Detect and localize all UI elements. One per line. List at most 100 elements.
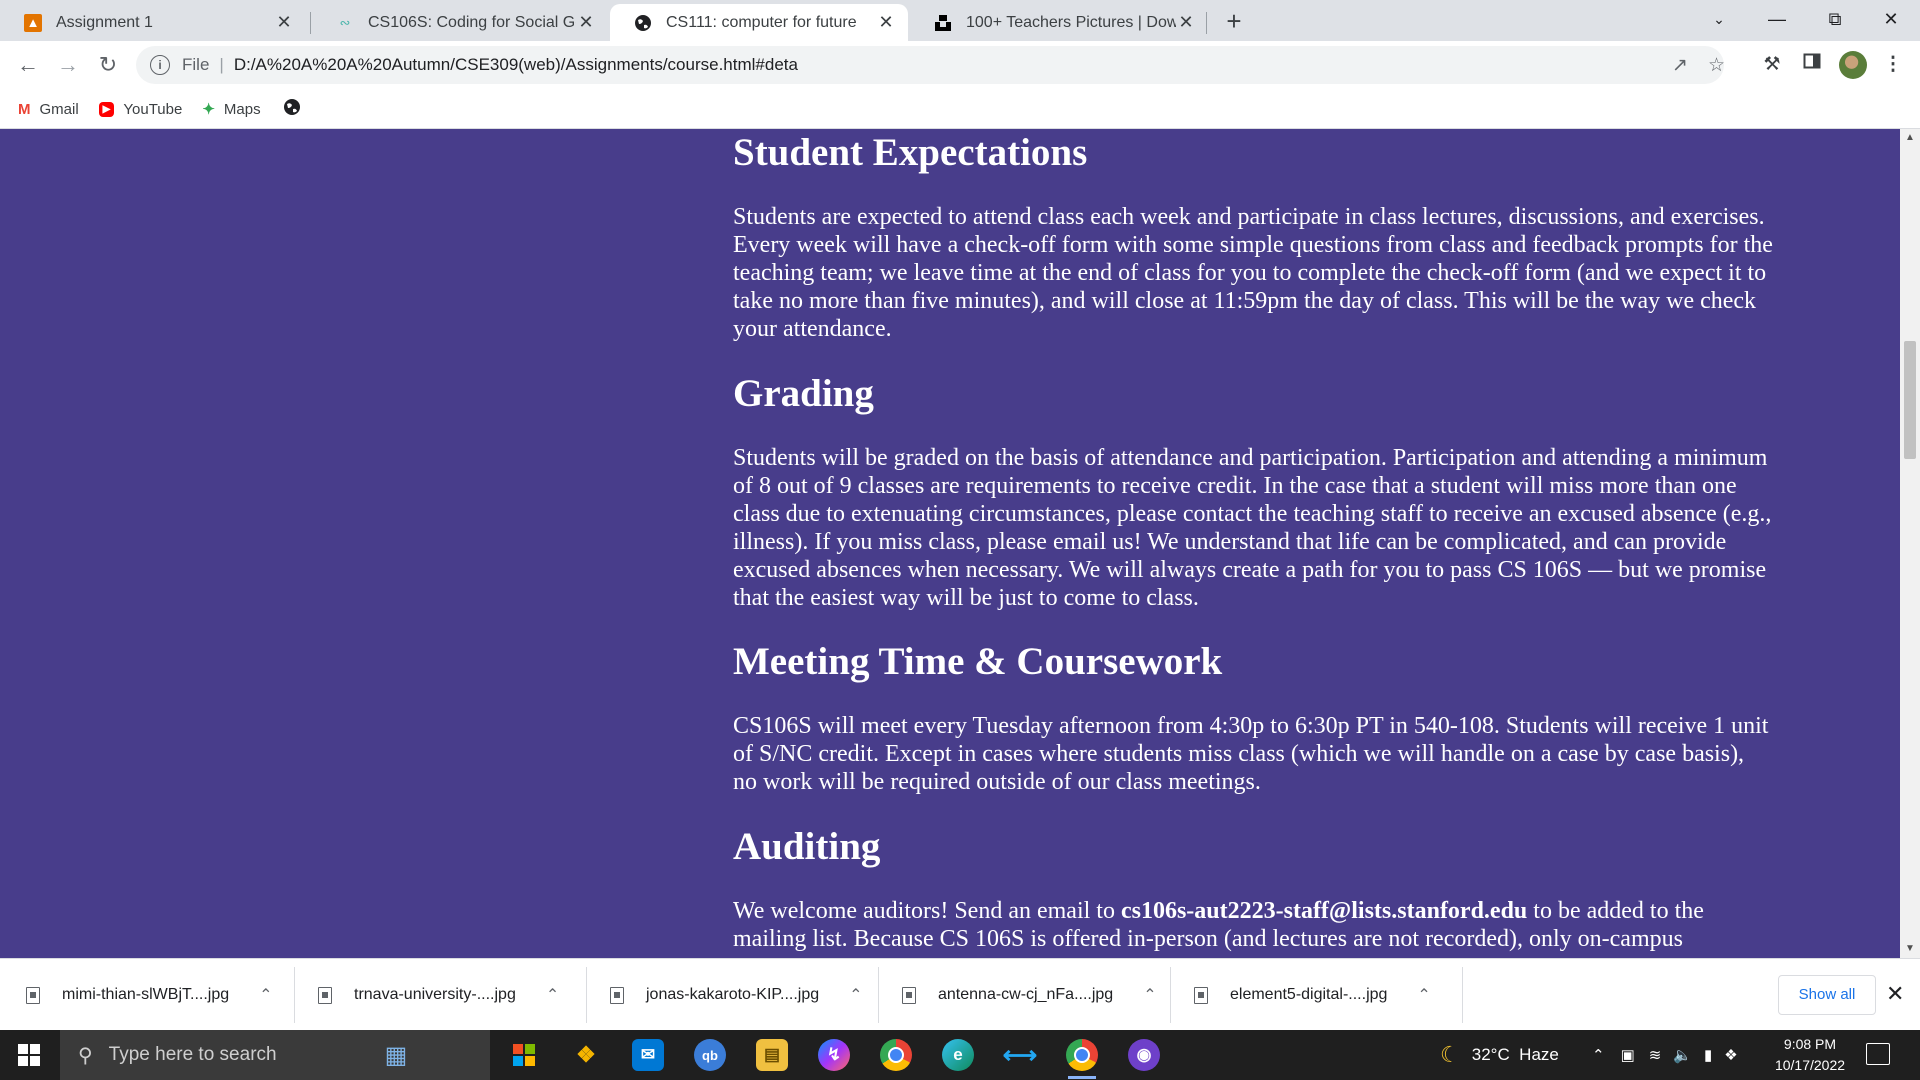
unsplash-icon bbox=[934, 14, 952, 32]
scroll-down-icon[interactable]: ▼ bbox=[1900, 940, 1920, 958]
github-desktop-icon[interactable]: ◉ bbox=[1128, 1039, 1160, 1071]
download-filename: mimi-thian-slWBjT....jpg bbox=[62, 986, 230, 1003]
taskbar-search-box[interactable]: ⚲ Type here to search ▦ bbox=[60, 1030, 490, 1080]
youtube-icon: ▶ bbox=[98, 101, 115, 117]
download-item[interactable]: element5-digital-....jpg ⌃ bbox=[1168, 959, 1460, 1031]
browser-toolbar: ← → ↻ i File | D:/A%20A%20A%20Autumn/CSE… bbox=[0, 41, 1920, 90]
scroll-thumb[interactable] bbox=[1904, 341, 1916, 459]
reload-icon[interactable]: ↻ bbox=[92, 49, 124, 81]
chevron-up-icon[interactable]: ⌃ bbox=[1143, 985, 1156, 1005]
download-item[interactable]: antenna-cw-cj_nFa....jpg ⌃ bbox=[876, 959, 1168, 1031]
download-item[interactable]: jonas-kakaroto-KIP....jpg ⌃ bbox=[584, 959, 876, 1031]
maps-icon: ✦ bbox=[202, 101, 215, 118]
meet-now-icon[interactable]: ▣ bbox=[1621, 1046, 1635, 1064]
chevron-up-icon[interactable]: ⌃ bbox=[546, 985, 559, 1005]
image-file-icon bbox=[610, 986, 624, 1004]
battery-icon[interactable]: ▮ bbox=[1704, 1046, 1712, 1064]
heading-student-expectations: Student Expectations bbox=[733, 131, 1088, 174]
globe-icon bbox=[634, 14, 652, 32]
side-panel-icon[interactable] bbox=[1799, 52, 1825, 78]
extensions-icon[interactable]: ⚒ bbox=[1759, 52, 1785, 78]
taskbar-clock[interactable]: 9:08 PM 10/17/2022 bbox=[1760, 1034, 1860, 1076]
minimize-icon[interactable]: — bbox=[1748, 0, 1806, 38]
bookmark-star-icon[interactable]: ☆ bbox=[1708, 54, 1725, 77]
download-filename: element5-digital-....jpg bbox=[1230, 986, 1388, 1003]
clock-time: 9:08 PM bbox=[1783, 1036, 1837, 1052]
image-file-icon bbox=[26, 986, 40, 1004]
heading-auditing: Auditing bbox=[733, 825, 881, 868]
vscode-icon[interactable]: ⟷ bbox=[1003, 1039, 1037, 1071]
search-icon: ⚲ bbox=[78, 1044, 93, 1067]
bookmark-globe[interactable] bbox=[283, 98, 310, 120]
wifi-icon[interactable]: ≋ bbox=[1649, 1046, 1662, 1064]
weather-widget[interactable]: ☾ 32°C Haze bbox=[1440, 1030, 1559, 1080]
tab-teachers-pictures[interactable]: 100+ Teachers Pictures | Downlo ✕ bbox=[910, 4, 1208, 41]
site-info-icon[interactable]: i bbox=[150, 55, 170, 75]
windows-taskbar: ⚲ Type here to search ▦ ❖ ✉ qb ▤ ↯ e ⟷ ◉… bbox=[0, 1030, 1920, 1080]
auditing-text-start: We welcome auditors! Send an email to bbox=[733, 898, 1121, 924]
chevron-up-icon[interactable]: ⌃ bbox=[1592, 1046, 1605, 1064]
download-item[interactable]: trnava-university-....jpg ⌃ bbox=[292, 959, 584, 1031]
download-item[interactable]: mimi-thian-slWBjT....jpg ⌃ bbox=[0, 959, 294, 1031]
scroll-up-icon[interactable]: ▲ bbox=[1900, 129, 1920, 147]
download-filename: jonas-kakaroto-KIP....jpg bbox=[646, 986, 820, 1003]
close-tab-icon[interactable]: ✕ bbox=[274, 12, 294, 33]
back-icon[interactable]: ← bbox=[12, 49, 44, 81]
bookmark-youtube[interactable]: ▶ YouTube bbox=[98, 101, 182, 118]
paragraph-student-expectations: Students are expected to attend class ea… bbox=[733, 204, 1773, 342]
download-divider bbox=[1462, 967, 1463, 1023]
bookmark-maps[interactable]: ✦ Maps bbox=[202, 100, 260, 119]
restore-icon[interactable]: ⧉ bbox=[1806, 0, 1864, 38]
chevron-up-icon[interactable]: ⌃ bbox=[849, 985, 862, 1005]
bookmark-gmail[interactable]: M Gmail bbox=[18, 101, 79, 118]
close-tab-icon[interactable]: ✕ bbox=[876, 12, 896, 33]
bookmark-label: Gmail bbox=[39, 100, 79, 118]
edge-icon[interactable]: e bbox=[942, 1039, 974, 1071]
tab-cs106s[interactable]: ∾ CS106S: Coding for Social Good ✕ bbox=[312, 4, 608, 41]
chevron-up-icon[interactable]: ⌃ bbox=[1417, 985, 1430, 1005]
tab-title: CS106S: Coding for Social Good bbox=[368, 13, 576, 31]
tab-title: CS111: computer for future bbox=[666, 13, 857, 31]
chrome-icon[interactable] bbox=[1066, 1039, 1098, 1079]
dropbox-icon[interactable]: ❖ bbox=[1724, 1046, 1737, 1064]
chrome-profile-icon[interactable] bbox=[880, 1039, 912, 1071]
new-tab-icon[interactable]: + bbox=[1222, 6, 1246, 36]
page-scrollbar[interactable]: ▲ ▼ bbox=[1900, 129, 1920, 958]
tab-divider bbox=[310, 12, 311, 34]
messenger-icon[interactable]: ↯ bbox=[818, 1039, 850, 1071]
image-file-icon bbox=[318, 986, 332, 1004]
mail-icon[interactable]: ✉ bbox=[632, 1039, 664, 1071]
image-file-icon bbox=[902, 986, 916, 1004]
close-tab-icon[interactable]: ✕ bbox=[576, 12, 596, 33]
microsoft-store-icon[interactable] bbox=[508, 1039, 540, 1071]
download-filename: antenna-cw-cj_nFa....jpg bbox=[938, 986, 1114, 1003]
chevron-up-icon[interactable]: ⌃ bbox=[259, 985, 272, 1005]
address-scheme-label: File bbox=[182, 55, 210, 74]
address-bar[interactable]: i File | D:/A%20A%20A%20Autumn/CSE309(we… bbox=[136, 46, 1725, 84]
tab-cs111-active[interactable]: CS111: computer for future ✕ bbox=[610, 4, 908, 41]
share-icon[interactable]: ↗ bbox=[1672, 54, 1688, 77]
profile-avatar[interactable] bbox=[1839, 51, 1867, 79]
windows-start-icon[interactable] bbox=[18, 1044, 40, 1066]
qbittorrent-icon[interactable]: qb bbox=[694, 1039, 726, 1071]
paragraph-meeting-time: CS106S will meet every Tuesday afternoon… bbox=[733, 713, 1769, 795]
bookmarks-bar: M Gmail ▶ YouTube ✦ Maps bbox=[0, 90, 1920, 129]
file-explorer-icon[interactable]: ▤ bbox=[756, 1039, 788, 1071]
show-all-button[interactable]: Show all bbox=[1778, 975, 1876, 1015]
cs106s-icon: ∾ bbox=[339, 14, 351, 30]
tab-divider bbox=[1206, 12, 1207, 34]
tab-title: Assignment 1 bbox=[56, 13, 153, 31]
forward-icon[interactable]: → bbox=[52, 49, 84, 81]
heading-grading: Grading bbox=[733, 372, 874, 415]
volume-icon[interactable]: 🔈 bbox=[1673, 1046, 1692, 1064]
close-tab-icon[interactable]: ✕ bbox=[1176, 12, 1196, 33]
tab-assignment-1[interactable]: ▲ Assignment 1 ✕ bbox=[0, 4, 306, 41]
close-download-shelf-icon[interactable]: ✕ bbox=[1886, 981, 1904, 1007]
tab-search-chevron-icon[interactable]: ⌄ bbox=[1690, 0, 1748, 38]
gmail-icon: M bbox=[18, 100, 31, 118]
address-url[interactable]: D:/A%20A%20A%20Autumn/CSE309(web)/Assign… bbox=[234, 55, 798, 75]
menu-kebab-icon[interactable]: ⋮ bbox=[1880, 52, 1906, 78]
notifications-icon[interactable] bbox=[1866, 1043, 1890, 1065]
window-close-icon[interactable]: ✕ bbox=[1862, 0, 1920, 38]
git-kraken-icon[interactable]: ❖ bbox=[570, 1039, 602, 1071]
